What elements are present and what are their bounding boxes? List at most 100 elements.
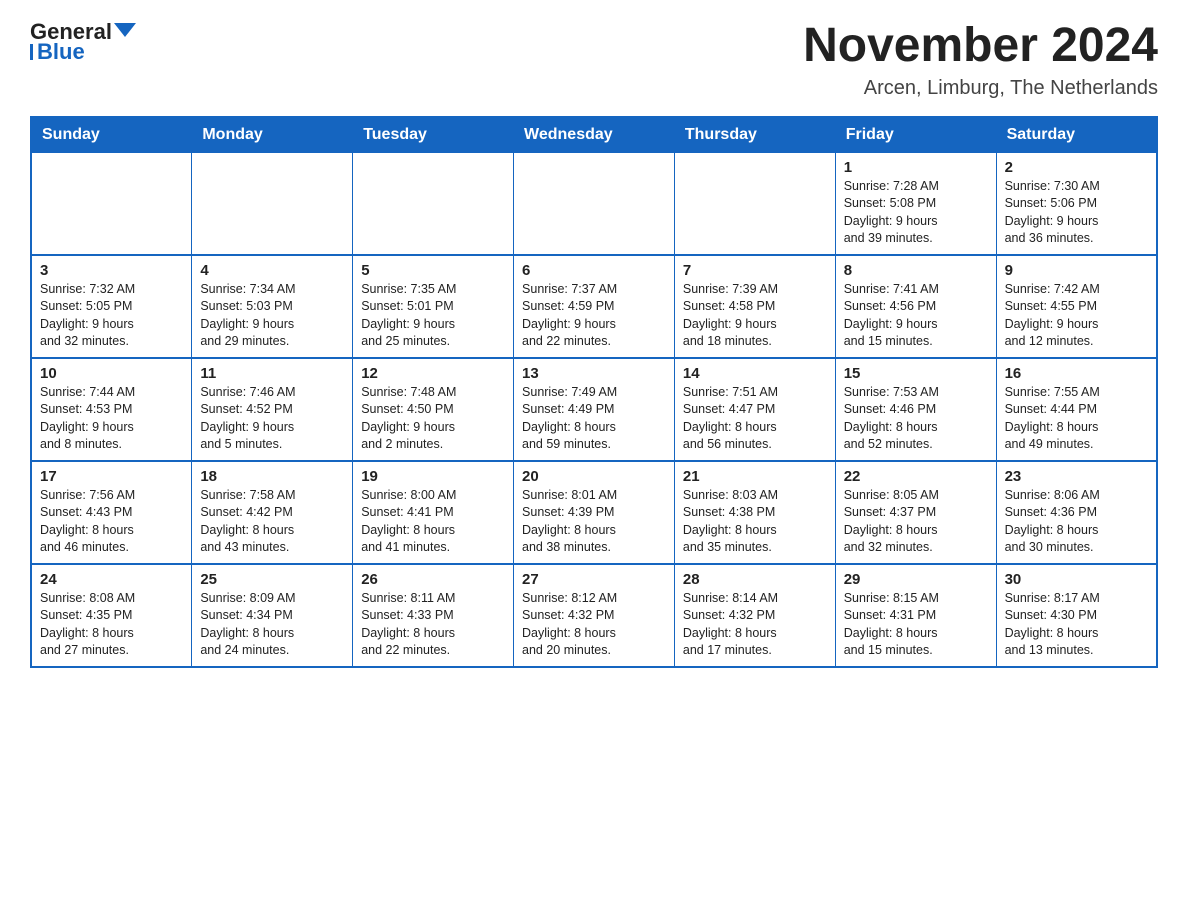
calendar-cell: 25 Sunrise: 8:09 AM Sunset: 4:34 PM Dayli… bbox=[192, 564, 353, 667]
day-info: Sunrise: 7:51 AM Sunset: 4:47 PM Dayligh… bbox=[683, 384, 827, 454]
day-number: 1 bbox=[844, 159, 988, 176]
logo-text-blue: Blue bbox=[37, 40, 85, 64]
calendar-cell: 18 Sunrise: 7:58 AM Sunset: 4:42 PM Dayli… bbox=[192, 461, 353, 564]
day-info: Sunrise: 7:44 AM Sunset: 4:53 PM Dayligh… bbox=[40, 384, 183, 454]
page-header: General Blue November 2024 Arcen, Limbur… bbox=[30, 20, 1158, 100]
day-number: 12 bbox=[361, 365, 505, 382]
calendar-cell: 16 Sunrise: 7:55 AM Sunset: 4:44 PM Dayli… bbox=[996, 358, 1157, 461]
weekday-header-monday: Monday bbox=[192, 117, 353, 153]
calendar-cell: 7 Sunrise: 7:39 AM Sunset: 4:58 PM Daylig… bbox=[674, 255, 835, 358]
day-number: 15 bbox=[844, 365, 988, 382]
calendar-cell: 15 Sunrise: 7:53 AM Sunset: 4:46 PM Dayli… bbox=[835, 358, 996, 461]
day-info: Sunrise: 7:30 AM Sunset: 5:06 PM Dayligh… bbox=[1005, 178, 1148, 248]
day-info: Sunrise: 8:06 AM Sunset: 4:36 PM Dayligh… bbox=[1005, 487, 1148, 557]
calendar-cell: 26 Sunrise: 8:11 AM Sunset: 4:33 PM Dayli… bbox=[353, 564, 514, 667]
day-number: 20 bbox=[522, 468, 666, 485]
day-number: 30 bbox=[1005, 571, 1148, 588]
calendar-week-row: 3Sunrise: 7:32 AM Sunset: 5:05 PM Daylig… bbox=[31, 255, 1157, 358]
calendar-cell: 10 Sunrise: 7:44 AM Sunset: 4:53 PM Dayli… bbox=[31, 358, 192, 461]
day-info: Sunrise: 7:46 AM Sunset: 4:52 PM Dayligh… bbox=[200, 384, 344, 454]
day-number: 21 bbox=[683, 468, 827, 485]
day-info: Sunrise: 8:15 AM Sunset: 4:31 PM Dayligh… bbox=[844, 590, 988, 660]
calendar-cell: 22Sunrise: 8:05 AM Sunset: 4:37 PM Dayli… bbox=[835, 461, 996, 564]
calendar-cell: 11 Sunrise: 7:46 AM Sunset: 4:52 PM Dayli… bbox=[192, 358, 353, 461]
day-number: 14 bbox=[683, 365, 827, 382]
calendar-cell: 3Sunrise: 7:32 AM Sunset: 5:05 PM Daylig… bbox=[31, 255, 192, 358]
day-number: 3 bbox=[40, 262, 183, 279]
day-info: Sunrise: 7:35 AM Sunset: 5:01 PM Dayligh… bbox=[361, 281, 505, 351]
day-info: Sunrise: 7:49 AM Sunset: 4:49 PM Dayligh… bbox=[522, 384, 666, 454]
calendar-week-row: 17 Sunrise: 7:56 AM Sunset: 4:43 PM Dayli… bbox=[31, 461, 1157, 564]
calendar-cell: 6 Sunrise: 7:37 AM Sunset: 4:59 PM Daylig… bbox=[514, 255, 675, 358]
calendar-cell bbox=[674, 152, 835, 255]
day-info: Sunrise: 8:14 AM Sunset: 4:32 PM Dayligh… bbox=[683, 590, 827, 660]
day-number: 6 bbox=[522, 262, 666, 279]
calendar-cell: 24 Sunrise: 8:08 AM Sunset: 4:35 PM Dayli… bbox=[31, 564, 192, 667]
location-title: Arcen, Limburg, The Netherlands bbox=[803, 77, 1158, 100]
day-info: Sunrise: 8:12 AM Sunset: 4:32 PM Dayligh… bbox=[522, 590, 666, 660]
day-number: 13 bbox=[522, 365, 666, 382]
day-number: 5 bbox=[361, 262, 505, 279]
weekday-header-tuesday: Tuesday bbox=[353, 117, 514, 153]
day-number: 11 bbox=[200, 365, 344, 382]
day-info: Sunrise: 7:37 AM Sunset: 4:59 PM Dayligh… bbox=[522, 281, 666, 351]
weekday-header-wednesday: Wednesday bbox=[514, 117, 675, 153]
day-info: Sunrise: 7:48 AM Sunset: 4:50 PM Dayligh… bbox=[361, 384, 505, 454]
day-number: 16 bbox=[1005, 365, 1148, 382]
day-number: 4 bbox=[200, 262, 344, 279]
day-info: Sunrise: 7:42 AM Sunset: 4:55 PM Dayligh… bbox=[1005, 281, 1148, 351]
day-info: Sunrise: 8:09 AM Sunset: 4:34 PM Dayligh… bbox=[200, 590, 344, 660]
day-number: 9 bbox=[1005, 262, 1148, 279]
calendar-cell: 28 Sunrise: 8:14 AM Sunset: 4:32 PM Dayli… bbox=[674, 564, 835, 667]
calendar-cell bbox=[514, 152, 675, 255]
calendar-cell: 23 Sunrise: 8:06 AM Sunset: 4:36 PM Dayli… bbox=[996, 461, 1157, 564]
day-number: 10 bbox=[40, 365, 183, 382]
day-number: 19 bbox=[361, 468, 505, 485]
day-number: 25 bbox=[200, 571, 344, 588]
calendar-cell: 12 Sunrise: 7:48 AM Sunset: 4:50 PM Dayli… bbox=[353, 358, 514, 461]
weekday-header-row: SundayMondayTuesdayWednesdayThursdayFrid… bbox=[31, 117, 1157, 153]
calendar-cell: 14 Sunrise: 7:51 AM Sunset: 4:47 PM Dayli… bbox=[674, 358, 835, 461]
calendar-cell: 5 Sunrise: 7:35 AM Sunset: 5:01 PM Daylig… bbox=[353, 255, 514, 358]
day-info: Sunrise: 8:17 AM Sunset: 4:30 PM Dayligh… bbox=[1005, 590, 1148, 660]
calendar-cell: 17 Sunrise: 7:56 AM Sunset: 4:43 PM Dayli… bbox=[31, 461, 192, 564]
day-info: Sunrise: 7:53 AM Sunset: 4:46 PM Dayligh… bbox=[844, 384, 988, 454]
weekday-header-saturday: Saturday bbox=[996, 117, 1157, 153]
calendar-cell: 20Sunrise: 8:01 AM Sunset: 4:39 PM Dayli… bbox=[514, 461, 675, 564]
day-number: 28 bbox=[683, 571, 827, 588]
day-number: 26 bbox=[361, 571, 505, 588]
day-info: Sunrise: 7:28 AM Sunset: 5:08 PM Dayligh… bbox=[844, 178, 988, 248]
weekday-header-thursday: Thursday bbox=[674, 117, 835, 153]
calendar-cell: 29 Sunrise: 8:15 AM Sunset: 4:31 PM Dayli… bbox=[835, 564, 996, 667]
calendar-cell bbox=[192, 152, 353, 255]
day-number: 23 bbox=[1005, 468, 1148, 485]
day-info: Sunrise: 8:05 AM Sunset: 4:37 PM Dayligh… bbox=[844, 487, 988, 557]
day-info: Sunrise: 8:08 AM Sunset: 4:35 PM Dayligh… bbox=[40, 590, 183, 660]
calendar-table: SundayMondayTuesdayWednesdayThursdayFrid… bbox=[30, 116, 1158, 668]
calendar-cell bbox=[31, 152, 192, 255]
day-number: 17 bbox=[40, 468, 183, 485]
weekday-header-sunday: Sunday bbox=[31, 117, 192, 153]
day-info: Sunrise: 8:00 AM Sunset: 4:41 PM Dayligh… bbox=[361, 487, 505, 557]
calendar-cell: 13 Sunrise: 7:49 AM Sunset: 4:49 PM Dayli… bbox=[514, 358, 675, 461]
calendar-cell: 30 Sunrise: 8:17 AM Sunset: 4:30 PM Dayli… bbox=[996, 564, 1157, 667]
day-info: Sunrise: 8:11 AM Sunset: 4:33 PM Dayligh… bbox=[361, 590, 505, 660]
calendar-cell bbox=[353, 152, 514, 255]
day-info: Sunrise: 7:58 AM Sunset: 4:42 PM Dayligh… bbox=[200, 487, 344, 557]
day-info: Sunrise: 7:56 AM Sunset: 4:43 PM Dayligh… bbox=[40, 487, 183, 557]
day-number: 18 bbox=[200, 468, 344, 485]
calendar-week-row: 24 Sunrise: 8:08 AM Sunset: 4:35 PM Dayli… bbox=[31, 564, 1157, 667]
day-number: 8 bbox=[844, 262, 988, 279]
calendar-week-row: 10 Sunrise: 7:44 AM Sunset: 4:53 PM Dayli… bbox=[31, 358, 1157, 461]
day-number: 7 bbox=[683, 262, 827, 279]
day-number: 24 bbox=[40, 571, 183, 588]
month-title: November 2024 bbox=[803, 20, 1158, 73]
day-info: Sunrise: 7:55 AM Sunset: 4:44 PM Dayligh… bbox=[1005, 384, 1148, 454]
title-block: November 2024 Arcen, Limburg, The Nether… bbox=[803, 20, 1158, 100]
calendar-cell: 2Sunrise: 7:30 AM Sunset: 5:06 PM Daylig… bbox=[996, 152, 1157, 255]
day-number: 29 bbox=[844, 571, 988, 588]
day-info: Sunrise: 7:39 AM Sunset: 4:58 PM Dayligh… bbox=[683, 281, 827, 351]
logo-triangle-icon bbox=[114, 23, 136, 39]
calendar-cell: 27Sunrise: 8:12 AM Sunset: 4:32 PM Dayli… bbox=[514, 564, 675, 667]
calendar-cell: 4Sunrise: 7:34 AM Sunset: 5:03 PM Daylig… bbox=[192, 255, 353, 358]
